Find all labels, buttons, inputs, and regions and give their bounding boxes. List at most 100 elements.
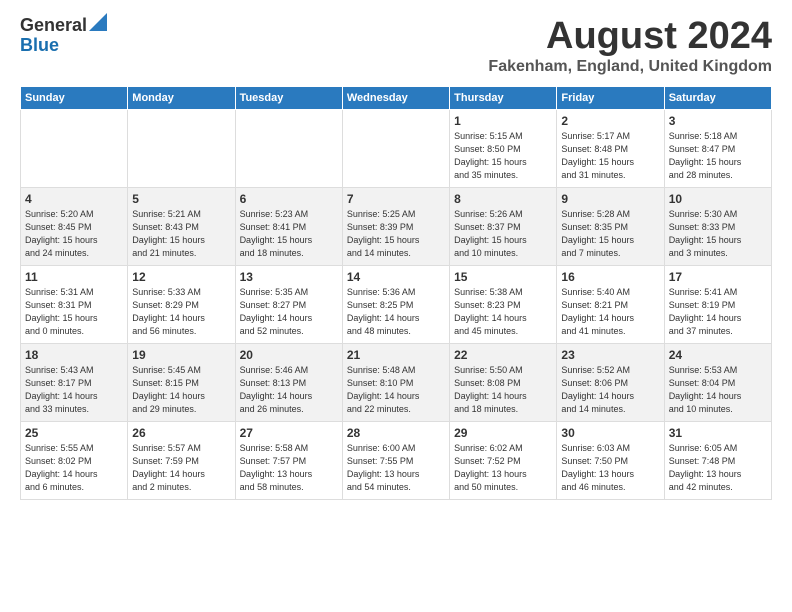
day-number: 6 bbox=[240, 192, 338, 206]
day-info: Sunrise: 6:05 AM Sunset: 7:48 PM Dayligh… bbox=[669, 442, 767, 494]
cell-0-0 bbox=[21, 109, 128, 187]
cell-1-4: 8 Sunrise: 5:26 AM Sunset: 8:37 PM Daylig… bbox=[450, 187, 557, 265]
day-number: 15 bbox=[454, 270, 552, 284]
day-number: 22 bbox=[454, 348, 552, 362]
cell-4-6: 31 Sunrise: 6:05 AM Sunset: 7:48 PM Dayli… bbox=[664, 421, 771, 499]
header-thursday: Thursday bbox=[450, 86, 557, 109]
logo-blue: Blue bbox=[20, 35, 59, 55]
cell-2-0: 11 Sunrise: 5:31 AM Sunset: 8:31 PM Dayli… bbox=[21, 265, 128, 343]
cell-0-4: 1 Sunrise: 5:15 AM Sunset: 8:50 PM Daylig… bbox=[450, 109, 557, 187]
logo: General Blue bbox=[20, 16, 107, 56]
day-info: Sunrise: 5:30 AM Sunset: 8:33 PM Dayligh… bbox=[669, 208, 767, 260]
title-location: Fakenham, England, United Kingdom bbox=[488, 58, 772, 76]
week-row-3: 11 Sunrise: 5:31 AM Sunset: 8:31 PM Dayli… bbox=[21, 265, 772, 343]
day-number: 1 bbox=[454, 114, 552, 128]
header-friday: Friday bbox=[557, 86, 664, 109]
day-number: 7 bbox=[347, 192, 445, 206]
day-number: 13 bbox=[240, 270, 338, 284]
cell-4-1: 26Sunrise: 5:57 AM Sunset: 7:59 PM Dayli… bbox=[128, 421, 235, 499]
day-info: Sunrise: 5:33 AM Sunset: 8:29 PM Dayligh… bbox=[132, 286, 230, 338]
day-number: 17 bbox=[669, 270, 767, 284]
cell-2-6: 17 Sunrise: 5:41 AM Sunset: 8:19 PM Dayli… bbox=[664, 265, 771, 343]
day-number: 8 bbox=[454, 192, 552, 206]
cell-0-2 bbox=[235, 109, 342, 187]
day-number: 31 bbox=[669, 426, 767, 440]
cell-3-6: 24 Sunrise: 5:53 AM Sunset: 8:04 PM Dayli… bbox=[664, 343, 771, 421]
day-number: 29 bbox=[454, 426, 552, 440]
day-info: Sunrise: 5:38 AM Sunset: 8:23 PM Dayligh… bbox=[454, 286, 552, 338]
day-number: 23 bbox=[561, 348, 659, 362]
cell-2-4: 15 Sunrise: 5:38 AM Sunset: 8:23 PM Dayli… bbox=[450, 265, 557, 343]
header-monday: Monday bbox=[128, 86, 235, 109]
header-saturday: Saturday bbox=[664, 86, 771, 109]
day-number: 14 bbox=[347, 270, 445, 284]
day-info: Sunrise: 5:21 AM Sunset: 8:43 PM Dayligh… bbox=[132, 208, 230, 260]
calendar-table: Sunday Monday Tuesday Wednesday Thursday… bbox=[20, 86, 772, 500]
day-info: Sunrise: 5:15 AM Sunset: 8:50 PM Dayligh… bbox=[454, 130, 552, 182]
day-info: Sunrise: 5:31 AM Sunset: 8:31 PM Dayligh… bbox=[25, 286, 123, 338]
week-row-1: 1 Sunrise: 5:15 AM Sunset: 8:50 PM Daylig… bbox=[21, 109, 772, 187]
weekday-header-row: Sunday Monday Tuesday Wednesday Thursday… bbox=[21, 86, 772, 109]
day-info: Sunrise: 5:43 AM Sunset: 8:17 PM Dayligh… bbox=[25, 364, 123, 416]
day-info: Sunrise: 5:53 AM Sunset: 8:04 PM Dayligh… bbox=[669, 364, 767, 416]
cell-3-1: 19Sunrise: 5:45 AM Sunset: 8:15 PM Dayli… bbox=[128, 343, 235, 421]
day-info: Sunrise: 5:25 AM Sunset: 8:39 PM Dayligh… bbox=[347, 208, 445, 260]
cell-1-2: 6 Sunrise: 5:23 AM Sunset: 8:41 PM Daylig… bbox=[235, 187, 342, 265]
cell-0-5: 2 Sunrise: 5:17 AM Sunset: 8:48 PM Daylig… bbox=[557, 109, 664, 187]
page: General Blue August 2024 Fakenham, Engla… bbox=[0, 0, 792, 612]
header-wednesday: Wednesday bbox=[342, 86, 449, 109]
day-number: 4 bbox=[25, 192, 123, 206]
cell-3-0: 18Sunrise: 5:43 AM Sunset: 8:17 PM Dayli… bbox=[21, 343, 128, 421]
day-info: Sunrise: 5:50 AM Sunset: 8:08 PM Dayligh… bbox=[454, 364, 552, 416]
cell-1-5: 9 Sunrise: 5:28 AM Sunset: 8:35 PM Daylig… bbox=[557, 187, 664, 265]
day-info: Sunrise: 5:20 AM Sunset: 8:45 PM Dayligh… bbox=[25, 208, 123, 260]
day-info: Sunrise: 5:40 AM Sunset: 8:21 PM Dayligh… bbox=[561, 286, 659, 338]
day-info: Sunrise: 6:02 AM Sunset: 7:52 PM Dayligh… bbox=[454, 442, 552, 494]
header-tuesday: Tuesday bbox=[235, 86, 342, 109]
day-info: Sunrise: 5:41 AM Sunset: 8:19 PM Dayligh… bbox=[669, 286, 767, 338]
logo-general: General bbox=[20, 16, 87, 36]
day-info: Sunrise: 5:35 AM Sunset: 8:27 PM Dayligh… bbox=[240, 286, 338, 338]
day-info: Sunrise: 5:36 AM Sunset: 8:25 PM Dayligh… bbox=[347, 286, 445, 338]
cell-3-5: 23 Sunrise: 5:52 AM Sunset: 8:06 PM Dayli… bbox=[557, 343, 664, 421]
logo-icon bbox=[89, 13, 107, 31]
cell-1-0: 4 Sunrise: 5:20 AM Sunset: 8:45 PM Daylig… bbox=[21, 187, 128, 265]
cell-2-5: 16 Sunrise: 5:40 AM Sunset: 8:21 PM Dayli… bbox=[557, 265, 664, 343]
day-info: Sunrise: 5:45 AM Sunset: 8:15 PM Dayligh… bbox=[132, 364, 230, 416]
cell-0-6: 3 Sunrise: 5:18 AM Sunset: 8:47 PM Daylig… bbox=[664, 109, 771, 187]
week-row-2: 4 Sunrise: 5:20 AM Sunset: 8:45 PM Daylig… bbox=[21, 187, 772, 265]
day-number: 10 bbox=[669, 192, 767, 206]
day-number: 11 bbox=[25, 270, 123, 284]
day-number: 9 bbox=[561, 192, 659, 206]
day-info: Sunrise: 5:48 AM Sunset: 8:10 PM Dayligh… bbox=[347, 364, 445, 416]
day-info: Sunrise: 6:03 AM Sunset: 7:50 PM Dayligh… bbox=[561, 442, 659, 494]
cell-0-1 bbox=[128, 109, 235, 187]
cell-1-1: 5 Sunrise: 5:21 AM Sunset: 8:43 PM Daylig… bbox=[128, 187, 235, 265]
day-number: 5 bbox=[132, 192, 230, 206]
cell-3-3: 21Sunrise: 5:48 AM Sunset: 8:10 PM Dayli… bbox=[342, 343, 449, 421]
day-number: 3 bbox=[669, 114, 767, 128]
day-number: 16 bbox=[561, 270, 659, 284]
day-info: Sunrise: 5:26 AM Sunset: 8:37 PM Dayligh… bbox=[454, 208, 552, 260]
day-number: 24 bbox=[669, 348, 767, 362]
day-info: Sunrise: 5:23 AM Sunset: 8:41 PM Dayligh… bbox=[240, 208, 338, 260]
day-number: 12 bbox=[132, 270, 230, 284]
day-info: Sunrise: 5:18 AM Sunset: 8:47 PM Dayligh… bbox=[669, 130, 767, 182]
day-number: 28 bbox=[347, 426, 445, 440]
cell-2-1: 12 Sunrise: 5:33 AM Sunset: 8:29 PM Dayli… bbox=[128, 265, 235, 343]
week-row-4: 18Sunrise: 5:43 AM Sunset: 8:17 PM Dayli… bbox=[21, 343, 772, 421]
day-info: Sunrise: 5:55 AM Sunset: 8:02 PM Dayligh… bbox=[25, 442, 123, 494]
cell-1-3: 7 Sunrise: 5:25 AM Sunset: 8:39 PM Daylig… bbox=[342, 187, 449, 265]
day-info: Sunrise: 5:46 AM Sunset: 8:13 PM Dayligh… bbox=[240, 364, 338, 416]
cell-2-2: 13 Sunrise: 5:35 AM Sunset: 8:27 PM Dayli… bbox=[235, 265, 342, 343]
day-number: 27 bbox=[240, 426, 338, 440]
cell-1-6: 10 Sunrise: 5:30 AM Sunset: 8:33 PM Dayli… bbox=[664, 187, 771, 265]
day-number: 26 bbox=[132, 426, 230, 440]
title-block: August 2024 Fakenham, England, United Ki… bbox=[488, 16, 772, 76]
day-number: 2 bbox=[561, 114, 659, 128]
cell-4-3: 28 Sunrise: 6:00 AM Sunset: 7:55 PM Dayli… bbox=[342, 421, 449, 499]
day-info: Sunrise: 5:17 AM Sunset: 8:48 PM Dayligh… bbox=[561, 130, 659, 182]
day-info: Sunrise: 6:00 AM Sunset: 7:55 PM Dayligh… bbox=[347, 442, 445, 494]
day-info: Sunrise: 5:52 AM Sunset: 8:06 PM Dayligh… bbox=[561, 364, 659, 416]
day-info: Sunrise: 5:28 AM Sunset: 8:35 PM Dayligh… bbox=[561, 208, 659, 260]
